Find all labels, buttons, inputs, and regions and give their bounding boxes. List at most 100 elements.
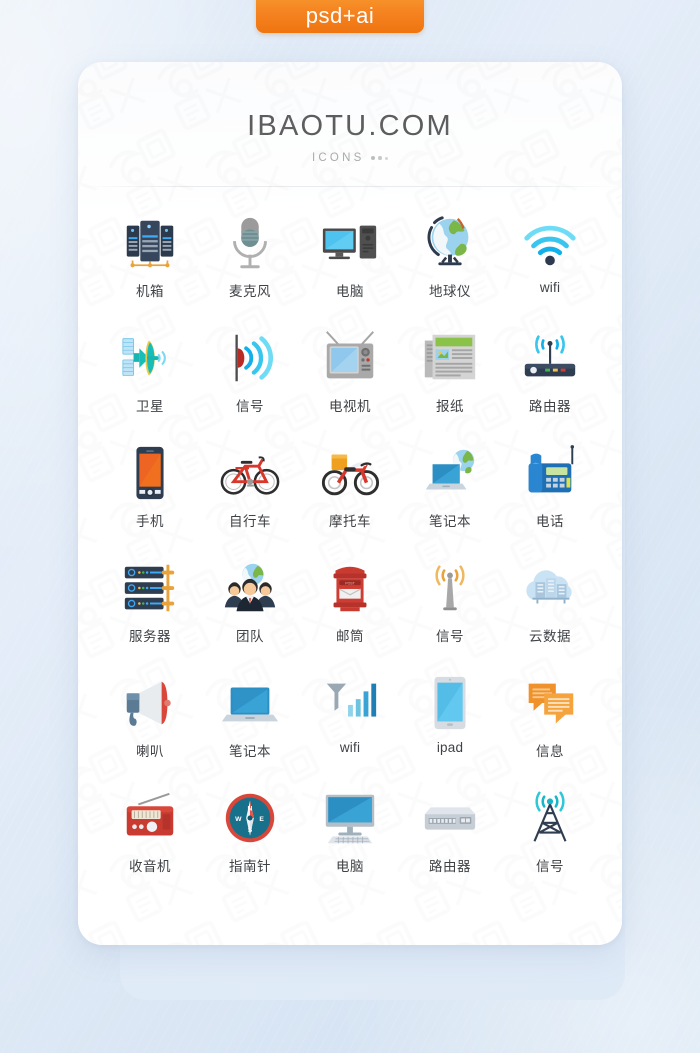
icon-cell-chat-bubbles[interactable]: 信息: [500, 672, 600, 766]
icon-cell-television[interactable]: 电视机: [300, 327, 400, 421]
icon-cell-radio[interactable]: 收音机: [100, 787, 200, 881]
icon-cell-compass[interactable]: N S W E 指南针: [200, 787, 300, 881]
signal-wave-icon: [219, 327, 281, 389]
television-icon: [319, 327, 381, 389]
microphone-icon: [219, 212, 281, 274]
svg-text:S: S: [248, 827, 253, 834]
icon-cell-mobile-phone[interactable]: 手机: [100, 442, 200, 536]
icon-cell-mailbox[interactable]: POST 邮筒: [300, 557, 400, 651]
card-header: IBAOTU.COM ICONS: [78, 62, 622, 164]
icon-cell-desktop-computer[interactable]: 电脑: [300, 212, 400, 306]
chat-bubbles-icon: [519, 672, 581, 734]
icon-label: 电脑: [336, 284, 364, 299]
icon-label: 路由器: [429, 859, 471, 874]
psd-ai-badge: psd+ai: [256, 0, 424, 33]
icon-label: 报纸: [436, 399, 464, 414]
tablet-icon: [419, 672, 481, 734]
icon-label: 收音机: [129, 859, 171, 874]
icon-label: ipad: [436, 740, 464, 755]
icon-label: 邮筒: [336, 629, 364, 644]
icon-cell-laptop[interactable]: 笔记本: [200, 672, 300, 766]
page-title: IBAOTU.COM: [247, 110, 453, 142]
desktop-computer-icon: [319, 212, 381, 274]
svg-text:E: E: [259, 816, 264, 823]
server-rack-icon: [119, 557, 181, 619]
bicycle-icon: [219, 442, 281, 504]
watermark-tile: [78, 908, 158, 945]
svg-text:POST: POST: [345, 581, 355, 585]
icon-cell-router[interactable]: 路由器: [500, 327, 600, 421]
icon-cell-team[interactable]: 团队: [200, 557, 300, 651]
icon-label: 电视机: [329, 399, 371, 414]
icon-cell-telephone[interactable]: 电话: [500, 442, 600, 536]
icon-label: 信号: [236, 399, 264, 414]
icon-label: 机箱: [136, 284, 164, 299]
icon-label: 卫星: [136, 399, 164, 414]
icon-cell-network-switch[interactable]: 路由器: [400, 787, 500, 881]
subtitle-row: ICONS: [78, 152, 622, 164]
icon-label: 信号: [436, 629, 464, 644]
icon-label: wifi: [339, 740, 361, 755]
cloud-data-icon: [519, 557, 581, 619]
icon-label: 路由器: [529, 399, 571, 414]
icon-set-card: IBAOTU.COM ICONS 机箱 麦克风 电脑 地球仪 wifi 卫星 信…: [78, 62, 622, 945]
compass-icon: N S W E: [219, 787, 281, 849]
signal-tower-icon: [519, 787, 581, 849]
watermark-tile: [620, 380, 622, 495]
icon-cell-newspaper[interactable]: 报纸: [400, 327, 500, 421]
antenna-tower-icon: [419, 557, 481, 619]
dots-decoration: [371, 156, 388, 160]
icon-cell-tablet[interactable]: ipad: [400, 672, 500, 766]
icon-label: 信息: [536, 744, 564, 759]
svg-text:W: W: [235, 816, 242, 823]
icon-label: 地球仪: [429, 284, 471, 299]
globe-icon: [419, 212, 481, 274]
watermark-tile: [236, 908, 351, 945]
watermark-tile: [620, 732, 622, 847]
watermark-tile: [332, 908, 447, 945]
icon-label: 摩托车: [329, 514, 371, 529]
icon-cell-wifi[interactable]: wifi: [500, 212, 600, 306]
header-divider: [78, 186, 622, 187]
icon-label: 信号: [536, 859, 564, 874]
icon-label: 自行车: [229, 514, 271, 529]
server-chassis-icon: [119, 212, 181, 274]
icon-cell-megaphone[interactable]: 喇叭: [100, 672, 200, 766]
icon-cell-server-chassis[interactable]: 机箱: [100, 212, 200, 306]
monitor-keyboard-icon: [319, 787, 381, 849]
icon-cell-signal-wave[interactable]: 信号: [200, 327, 300, 421]
icon-label: 指南针: [229, 859, 271, 874]
icon-cell-globe[interactable]: 地球仪: [400, 212, 500, 306]
watermark-tile: [620, 204, 622, 319]
icon-cell-bicycle[interactable]: 自行车: [200, 442, 300, 536]
icon-cell-motorcycle[interactable]: 摩托车: [300, 442, 400, 536]
icon-cell-signal-bars[interactable]: wifi: [300, 672, 400, 766]
laptop-icon: [219, 672, 281, 734]
radio-icon: [119, 787, 181, 849]
satellite-icon: [119, 327, 181, 389]
icon-label: 笔记本: [429, 514, 471, 529]
icon-cell-laptop-globe[interactable]: 笔记本: [400, 442, 500, 536]
icon-cell-server-rack[interactable]: 服务器: [100, 557, 200, 651]
icon-cell-signal-tower[interactable]: 信号: [500, 787, 600, 881]
icon-label: 电话: [536, 514, 564, 529]
icon-cell-monitor-keyboard[interactable]: 电脑: [300, 787, 400, 881]
newspaper-icon: [419, 327, 481, 389]
icon-label: 电脑: [336, 859, 364, 874]
watermark-tile: [620, 556, 622, 671]
icon-label: 喇叭: [136, 744, 164, 759]
icon-cell-cloud-data[interactable]: 云数据: [500, 557, 600, 651]
icon-label: 团队: [236, 629, 264, 644]
icon-cell-microphone[interactable]: 麦克风: [200, 212, 300, 306]
icon-label: wifi: [539, 280, 561, 295]
team-icon: [219, 557, 281, 619]
laptop-globe-icon: [419, 442, 481, 504]
icon-cell-satellite[interactable]: 卫星: [100, 327, 200, 421]
mailbox-icon: POST: [319, 557, 381, 619]
icon-cell-antenna-tower[interactable]: 信号: [400, 557, 500, 651]
icon-grid: 机箱 麦克风 电脑 地球仪 wifi 卫星 信号 电视机 报纸 路由器 手机 自…: [100, 212, 600, 881]
svg-text:N: N: [248, 805, 253, 812]
signal-bars-icon: [319, 672, 381, 734]
megaphone-icon: [119, 672, 181, 734]
watermark-tile: [524, 908, 622, 945]
